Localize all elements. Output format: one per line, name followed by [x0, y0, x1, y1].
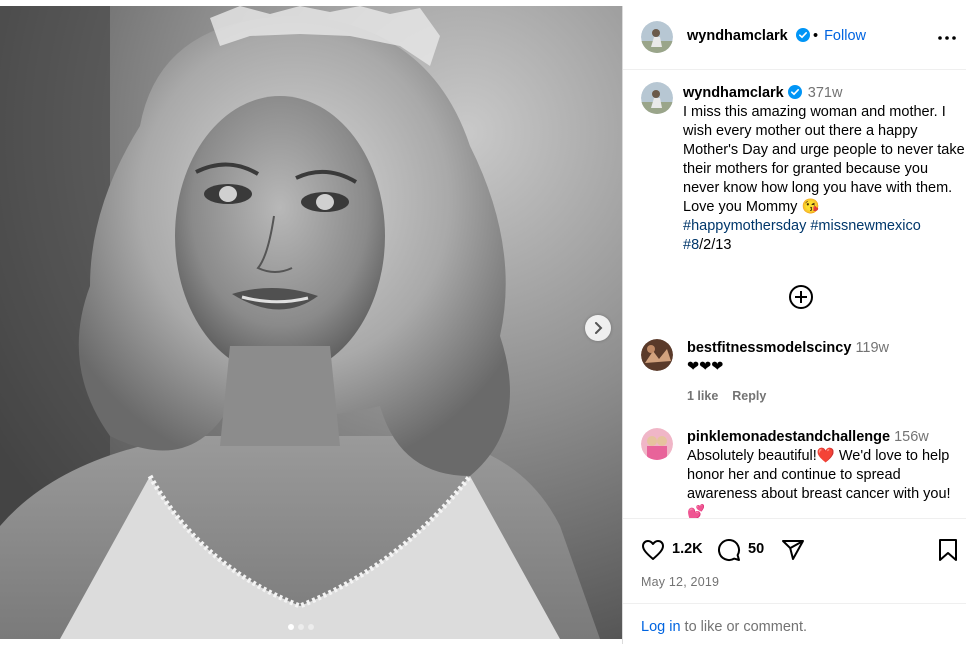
caption-tail-text: /2/13 [699, 237, 732, 253]
login-prompt: Log in to like or comment. [623, 603, 966, 650]
more-horizontal-icon[interactable] [937, 28, 957, 48]
carousel-dot [298, 624, 304, 630]
comment-body: bestfitnessmodelscincy 119w ❤❤❤ 1 like Re… [687, 339, 965, 406]
comment-timestamp[interactable]: 156w [894, 429, 929, 445]
author-username[interactable]: wyndhamclark [687, 28, 788, 44]
login-link[interactable]: Log in [641, 619, 681, 635]
caption-author-avatar[interactable] [641, 82, 673, 114]
heart-icon[interactable] [641, 538, 665, 562]
comment-count[interactable]: 50 [748, 541, 764, 557]
avatar-image [641, 428, 673, 460]
caption-timestamp[interactable]: 371w [808, 85, 843, 101]
follow-separator: • [813, 28, 819, 44]
comment-item: pinklemonadestandchallenge 156w Absolute… [623, 428, 966, 520]
carousel-dot [288, 624, 294, 630]
hashtag-link[interactable]: #happymothersday [683, 218, 806, 234]
post-photo[interactable] [0, 6, 622, 639]
post-header: wyndhamclark • Follow [623, 6, 966, 70]
comment-text: Absolutely beautiful!❤️ We'd love to hel… [687, 448, 951, 520]
post-date[interactable]: May 12, 2019 [641, 575, 719, 589]
share-icon[interactable] [781, 538, 805, 562]
plus-circle-icon[interactable] [788, 284, 814, 310]
follow-button[interactable]: Follow [824, 28, 866, 44]
avatar-image [641, 21, 673, 53]
avatar-image [641, 82, 673, 114]
carousel-next-button[interactable] [585, 315, 611, 341]
commenter-avatar[interactable] [641, 428, 673, 460]
post-sidebar: wyndhamclark • Follow wyndhamclark 371w … [622, 6, 966, 644]
like-count[interactable]: 1.2K [672, 541, 703, 557]
carousel-indicator [288, 624, 314, 630]
instagram-post-frame: wyndhamclark • Follow wyndhamclark 371w … [0, 0, 966, 644]
carousel-dot [308, 624, 314, 630]
avatar-image [641, 339, 673, 371]
verified-badge-icon [795, 28, 810, 42]
bookmark-icon[interactable] [937, 538, 959, 562]
comment-body: pinklemonadestandchallenge 156w Absolute… [687, 428, 965, 520]
hashtag-link[interactable]: #missnewmexico [810, 218, 920, 234]
comment-timestamp[interactable]: 119w [855, 340, 889, 356]
commenter-avatar[interactable] [641, 339, 673, 371]
verified-badge-icon [787, 85, 802, 99]
chevron-right-icon [595, 322, 603, 334]
caption-text: I miss this amazing woman and mother. I … [683, 104, 965, 215]
author-avatar[interactable] [641, 21, 673, 53]
comment-icon[interactable] [717, 538, 741, 562]
caption-username[interactable]: wyndhamclark [683, 85, 784, 101]
caption-body: wyndhamclark 371w I miss this amazing wom… [683, 84, 965, 255]
header-username-row: wyndhamclark [687, 28, 810, 44]
comment-text: ❤❤❤ [687, 359, 724, 375]
follow-wrapper: • Follow [813, 28, 866, 44]
commenter-username[interactable]: pinklemonadestandchallenge [687, 429, 890, 445]
commenter-username[interactable]: bestfitnessmodelscincy [687, 340, 851, 356]
comment-meta: 1 like Reply [687, 387, 965, 406]
portrait-photo-image [0, 6, 622, 639]
hashtag-link[interactable]: #8 [683, 237, 699, 253]
comment-likes-count[interactable]: 1 like [687, 389, 718, 403]
login-prompt-text: to like or comment. [680, 619, 808, 635]
post-actions: 1.2K 50 May 12, 2019 Log in to like or c… [623, 518, 966, 644]
reply-button[interactable]: Reply [732, 389, 766, 403]
